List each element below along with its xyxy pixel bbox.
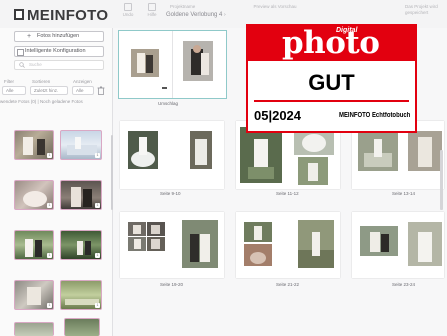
project-title[interactable]: Goldene Verlobung 4 bbox=[166, 12, 222, 18]
spread-photo bbox=[298, 220, 334, 268]
help-button[interactable]: Hilfe bbox=[145, 3, 159, 17]
photo-thumbnail[interactable]: 1 bbox=[14, 130, 54, 160]
spread-photo bbox=[128, 222, 146, 236]
plus-icon: + bbox=[27, 33, 32, 40]
photo-thumbnail[interactable]: 1 bbox=[60, 130, 102, 160]
cover-front-photo bbox=[183, 41, 213, 81]
award-magazine-logo: photo bbox=[282, 25, 380, 61]
award-issue: 05|2024 bbox=[254, 108, 302, 123]
spread-label: Seite 13-14 bbox=[392, 191, 416, 196]
sort-select[interactable]: Zuletzt hinz. bbox=[30, 86, 68, 95]
spread-photo bbox=[240, 127, 282, 183]
usage-badge: 1 bbox=[95, 203, 100, 208]
usage-badge: 1 bbox=[47, 253, 52, 258]
preview-button[interactable]: Preview als Vorschau bbox=[250, 4, 300, 9]
add-photos-button[interactable]: + Fotos hinzufügen bbox=[14, 31, 104, 42]
spread-label: Seite 21-22 bbox=[276, 282, 300, 287]
usage-badge: 1 bbox=[47, 153, 52, 158]
usage-badge: 1 bbox=[47, 303, 52, 308]
intelligent-config-label: Intelligente Konfiguration bbox=[25, 48, 86, 54]
intelligent-config-button[interactable]: Intelligente Konfiguration bbox=[14, 46, 104, 57]
spread-photo bbox=[147, 222, 165, 236]
undo-label: Undo bbox=[122, 12, 134, 17]
photo-thumbnail[interactable] bbox=[14, 322, 54, 336]
filter-select[interactable]: Alle bbox=[2, 86, 26, 95]
spread-label: Seite 11-12 bbox=[276, 191, 299, 196]
main-scrollbar[interactable] bbox=[440, 150, 443, 210]
spread-photo bbox=[408, 131, 442, 171]
spread-photo bbox=[190, 131, 212, 169]
spread-photo bbox=[408, 222, 442, 266]
spread-9-10[interactable] bbox=[120, 121, 224, 189]
test-award-badge: photo Digital GUT 05|2024 MEINFOTO Echtf… bbox=[246, 24, 417, 133]
filter-select-value: Alle bbox=[6, 88, 14, 93]
help-icon bbox=[148, 3, 156, 11]
filter-label: Filter bbox=[4, 79, 14, 84]
photo-thumbnail[interactable]: 1 bbox=[60, 280, 102, 310]
usage-badge: 1 bbox=[95, 303, 100, 308]
trash-icon[interactable] bbox=[97, 86, 105, 95]
undo-icon bbox=[124, 3, 132, 11]
add-photos-label: Fotos hinzufügen bbox=[37, 33, 80, 39]
checkbox-icon bbox=[17, 49, 24, 56]
spread-photo bbox=[182, 220, 218, 268]
spread-21-22[interactable] bbox=[236, 212, 340, 278]
undo-button[interactable]: Undo bbox=[120, 3, 136, 17]
photo-thumbnail[interactable] bbox=[64, 318, 100, 336]
show-select-value: Alle bbox=[76, 88, 84, 93]
award-product: MEINFOTO Echtfotobuch bbox=[339, 112, 411, 119]
usage-badge: 1 bbox=[95, 253, 100, 258]
spread-photo bbox=[358, 131, 398, 171]
award-header: photo Digital bbox=[248, 25, 415, 61]
usage-badge: 1 bbox=[95, 153, 100, 158]
spread-photo bbox=[360, 226, 398, 256]
photo-thumbnail[interactable]: 1 bbox=[60, 180, 102, 210]
spread-photo bbox=[244, 244, 272, 266]
spread-photo bbox=[128, 131, 158, 169]
meinfoto-logo-icon bbox=[14, 9, 24, 20]
sort-label: Sortieren bbox=[32, 79, 51, 84]
chevron-right-icon[interactable]: › bbox=[224, 12, 226, 18]
show-select[interactable]: Alle bbox=[72, 86, 94, 95]
spread-photo bbox=[298, 157, 328, 185]
photo-usage-note: wendete Fotos (0) | Noch geladene Fotos bbox=[0, 99, 83, 104]
photo-thumbnail[interactable]: 1 bbox=[14, 180, 54, 210]
spread-label: Seite 23-24 bbox=[392, 282, 416, 287]
preview-label: Preview als Vorschau bbox=[253, 4, 297, 9]
app-logo[interactable]: MEINFOTO bbox=[27, 7, 108, 24]
show-label: Anzeigen bbox=[73, 79, 92, 84]
cover-spread[interactable] bbox=[118, 30, 227, 99]
sort-select-value: Zuletzt hinz. bbox=[34, 88, 59, 93]
award-rating: GUT bbox=[308, 70, 355, 95]
photo-thumbnail[interactable]: 1 bbox=[14, 230, 54, 260]
barcode-mark bbox=[162, 87, 167, 89]
cover-back-photo bbox=[131, 49, 159, 77]
cover-label: Umschlag bbox=[158, 101, 179, 106]
spread-photo bbox=[128, 237, 146, 251]
save-status: Das Projekt wird gespeichert bbox=[405, 4, 438, 16]
spine-divider bbox=[172, 31, 173, 98]
photo-search-input[interactable]: Suche bbox=[14, 60, 104, 70]
spread-label: Seite 9-10 bbox=[160, 191, 181, 196]
help-label: Hilfe bbox=[147, 12, 157, 17]
spread-23-24[interactable] bbox=[352, 212, 444, 278]
search-placeholder: Suche bbox=[29, 62, 42, 67]
usage-badge: 1 bbox=[47, 203, 52, 208]
spread-label: Seite 19-20 bbox=[160, 282, 184, 287]
award-digital-label: Digital bbox=[336, 27, 358, 34]
search-icon bbox=[19, 62, 25, 68]
project-label: Projektname bbox=[170, 4, 196, 9]
award-divider bbox=[254, 100, 409, 102]
spread-19-20[interactable] bbox=[120, 212, 224, 278]
spread-photo bbox=[244, 222, 272, 242]
photo-thumbnail[interactable]: 1 bbox=[14, 280, 54, 310]
spread-photo bbox=[147, 237, 165, 251]
save-status-line-2: gespeichert bbox=[405, 10, 429, 15]
photo-thumbnail[interactable]: 1 bbox=[60, 230, 102, 260]
